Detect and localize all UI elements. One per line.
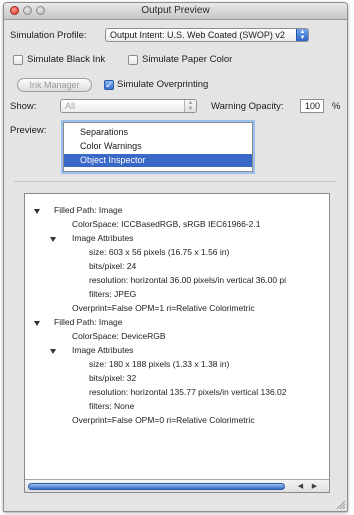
disclosure-triangle-icon[interactable] xyxy=(34,321,40,326)
tree-item: Filled Path: Image xyxy=(54,317,123,327)
percent-label: % xyxy=(332,101,341,112)
simulate-overprinting-label: Simulate Overprinting xyxy=(117,79,209,90)
simulation-profile-select[interactable]: Output Intent: U.S. Web Coated (SWOP) v2… xyxy=(105,28,309,42)
horizontal-scrollbar[interactable]: ◀ ▶ xyxy=(25,479,329,492)
window-title: Output Preview xyxy=(141,5,210,16)
popup-arrows-icon: ▲ ▼ xyxy=(184,100,196,112)
scroll-right-arrow-icon[interactable]: ▶ xyxy=(309,481,320,492)
tree-item: resolution: horizontal 135.77 pixels/in … xyxy=(89,387,287,397)
tree-item: size: 180 x 188 pixels (1.33 x 1.38 in) xyxy=(89,359,230,369)
tree-item: ColorSpace: ICCBasedRGB, sRGB IEC61966-2… xyxy=(72,219,261,229)
tree-item: bits/pixel: 32 xyxy=(89,373,137,383)
tree-item: Image Attributes xyxy=(72,233,134,243)
tree-item: filters: None xyxy=(89,401,135,411)
preview-option-color-warnings[interactable]: Color Warnings xyxy=(64,140,252,153)
resize-grip-icon[interactable] xyxy=(335,499,345,509)
simulation-profile-value: Output Intent: U.S. Web Coated (SWOP) v2 xyxy=(110,30,285,40)
scroll-left-arrow-icon[interactable]: ◀ xyxy=(295,481,306,492)
title-bar[interactable]: Output Preview xyxy=(4,3,347,20)
disclosure-triangle-icon[interactable] xyxy=(34,209,40,214)
tree-item: Overprint=False OPM=1 ri=Relative Colori… xyxy=(72,303,255,313)
ink-manager-button[interactable]: Ink Manager xyxy=(17,78,92,92)
popup-arrows-icon: ▲ ▼ xyxy=(296,29,308,41)
simulate-black-ink-checkbox[interactable] xyxy=(13,55,23,65)
tree-item: filters: JPEG xyxy=(89,289,137,299)
preview-option-separations[interactable]: Separations xyxy=(64,126,252,139)
scrollbar-thumb[interactable] xyxy=(28,483,285,490)
show-select[interactable]: All ▲ ▼ xyxy=(60,99,197,113)
warning-opacity-field[interactable]: 100 xyxy=(300,99,324,113)
show-label: Show: xyxy=(10,101,37,112)
output-preview-window: Output Preview Simulation Profile: Outpu… xyxy=(3,2,348,512)
divider xyxy=(14,181,336,182)
simulation-profile-label: Simulation Profile: xyxy=(10,30,87,41)
warning-opacity-label: Warning Opacity: xyxy=(211,101,284,112)
simulate-black-ink-label: Simulate Black Ink xyxy=(27,54,106,65)
tree-item: Overprint=False OPM=0 ri=Relative Colori… xyxy=(72,415,255,425)
simulate-overprinting-checkbox[interactable]: ✓ xyxy=(104,80,114,90)
preview-option-object-inspector[interactable]: Object Inspector xyxy=(64,154,252,167)
tree-item: size: 603 x 56 pixels (16.75 x 1.56 in) xyxy=(89,247,230,257)
tree-item: Image Attributes xyxy=(72,345,134,355)
simulate-paper-color-label: Simulate Paper Color xyxy=(142,54,233,65)
tree-item: bits/pixel: 24 xyxy=(89,261,137,271)
disclosure-triangle-icon[interactable] xyxy=(50,237,56,242)
object-inspector-tree[interactable]: Filled Path: Image ColorSpace: ICCBasedR… xyxy=(24,193,330,493)
show-select-value: All xyxy=(65,101,76,111)
tree-item: resolution: horizontal 36.00 pixels/in v… xyxy=(89,275,287,285)
tree-item: ColorSpace: DeviceRGB xyxy=(72,331,166,341)
tree-item: Filled Path: Image xyxy=(54,205,123,215)
preview-list[interactable]: Separations Color Warnings Object Inspec… xyxy=(63,122,253,172)
simulate-paper-color-checkbox[interactable] xyxy=(128,55,138,65)
preview-label: Preview: xyxy=(10,125,47,136)
disclosure-triangle-icon[interactable] xyxy=(50,349,56,354)
